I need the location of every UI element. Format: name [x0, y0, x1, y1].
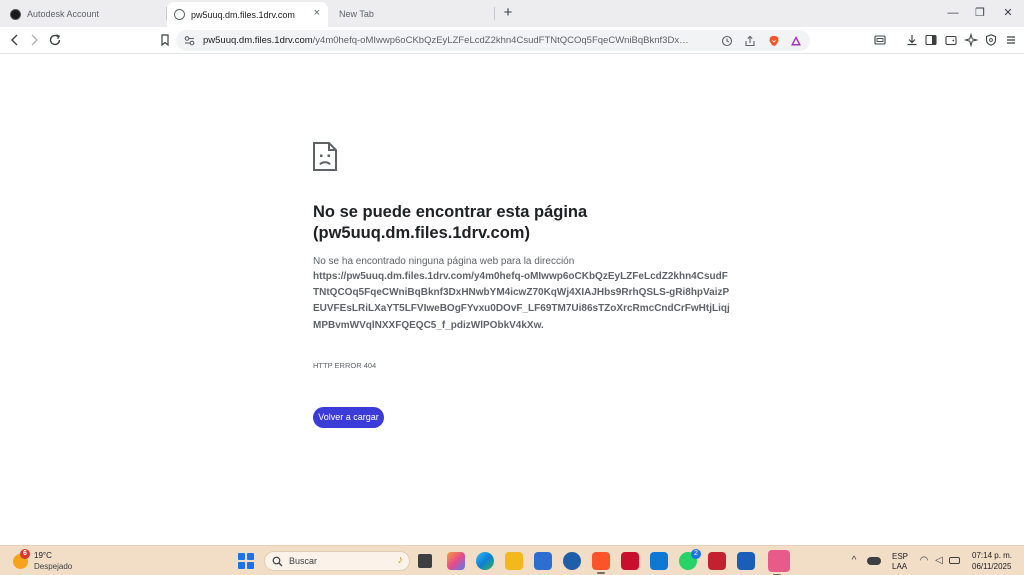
share-button[interactable] — [742, 33, 757, 48]
download-icon — [907, 35, 917, 46]
brave-browser-icon[interactable] — [592, 552, 610, 574]
minimize-button[interactable]: — — [943, 5, 963, 21]
edge-browser-icon[interactable] — [476, 552, 494, 570]
brave-rewards-button[interactable] — [788, 33, 803, 48]
forward-button[interactable] — [25, 31, 43, 49]
reader-mode-button[interactable] — [871, 31, 889, 49]
brave-lion-icon — [769, 35, 778, 46]
error-title: No se puede encontrar esta página (pw5uu… — [313, 203, 588, 242]
clock-time[interactable]: 07:14 p. m. — [972, 551, 1012, 560]
url-text[interactable]: pw5uuq.dm.files.1drv.com/y4m0hefq-oMIwwp… — [203, 34, 693, 47]
history-icon — [721, 35, 732, 46]
onedrive-cloud-icon[interactable] — [867, 557, 881, 565]
browser-toolbar: pw5uuq.dm.files.1drv.com/y4m0hefq-oMIwwp… — [0, 27, 1024, 54]
leo-ai-button[interactable] — [962, 31, 980, 49]
tab-active-error-page[interactable]: pw5uuq.dm.files.1drv.com × — [167, 2, 328, 27]
error-page: No se puede encontrar esta página (pw5uu… — [0, 55, 1024, 545]
bookmark-button[interactable] — [156, 31, 174, 49]
tab-new-tab[interactable]: New Tab — [333, 2, 493, 26]
language-indicator[interactable]: ESP — [892, 552, 908, 561]
copilot-icon[interactable] — [447, 552, 465, 570]
sidebar-button[interactable] — [922, 31, 940, 49]
menu-button[interactable] — [1002, 31, 1020, 49]
autocad-icon[interactable] — [708, 552, 726, 570]
address-bar[interactable]: pw5uuq.dm.files.1drv.com/y4m0hefq-oMIwwp… — [176, 30, 810, 51]
taskbar: 6 19°C Despejado Buscar ♪ 2 ^ ESP LAA ◠ … — [0, 545, 1024, 575]
keyboard-layout[interactable]: LAA — [892, 562, 907, 571]
new-tab-button[interactable]: + — [500, 5, 516, 21]
mcafee-icon[interactable] — [621, 552, 639, 570]
shield-icon — [985, 34, 997, 46]
arrow-right-icon — [31, 34, 38, 46]
teams-icon[interactable] — [768, 550, 790, 575]
tab-separator — [494, 7, 495, 20]
error-description: No se ha encontrado ninguna página web p… — [313, 256, 575, 267]
arrow-left-icon — [11, 34, 18, 46]
url-path: /y4m0hefq-oMIwwp6oCKbQzEyLZFeLcdZ2khn4Cs… — [312, 35, 693, 46]
file-explorer-icon[interactable] — [505, 552, 523, 570]
wallet-button[interactable] — [942, 31, 960, 49]
autodesk-favicon-icon — [10, 8, 21, 20]
outlook-icon[interactable] — [650, 552, 668, 570]
search-icon — [272, 556, 283, 567]
microsoft-store-icon[interactable] — [534, 552, 552, 570]
search-highlight-icon: ♪ — [397, 554, 404, 566]
reload-icon — [49, 34, 61, 46]
whatsapp-badge: 2 — [691, 549, 701, 559]
sad-page-icon — [313, 142, 337, 171]
brave-shields-button[interactable] — [766, 33, 781, 48]
revit-icon[interactable] — [737, 552, 755, 570]
vpn-button[interactable] — [982, 31, 1000, 49]
site-settings-icon[interactable] — [183, 34, 196, 47]
error-code: HTTP ERROR 404 — [313, 361, 377, 370]
brave-rewards-triangle-icon — [790, 35, 801, 45]
chevron-up-icon[interactable]: ^ — [848, 556, 860, 566]
windows-start-icon[interactable] — [238, 553, 254, 569]
dell-icon[interactable] — [563, 552, 581, 570]
weather-temperature[interactable]: 19°C — [34, 551, 52, 560]
reader-mode-icon — [874, 35, 886, 45]
weather-badge: 6 — [20, 549, 30, 559]
url-host: pw5uuq.dm.files.1drv.com — [203, 35, 313, 46]
reload-page-button[interactable]: Volver a cargar — [313, 407, 384, 428]
tab-title: New Tab — [339, 9, 374, 19]
back-button[interactable] — [6, 31, 24, 49]
wifi-icon[interactable]: ◠ — [918, 556, 930, 566]
wallet-icon — [945, 35, 957, 46]
tab-title: pw5uuq.dm.files.1drv.com — [191, 9, 295, 20]
search-label: Buscar — [289, 556, 318, 566]
weather-condition[interactable]: Despejado — [34, 562, 72, 571]
taskbar-search[interactable]: Buscar ♪ — [264, 551, 410, 571]
history-button[interactable] — [719, 33, 734, 48]
task-view-icon[interactable] — [418, 554, 432, 568]
hamburger-menu-icon — [1007, 36, 1015, 44]
error-url: https://pw5uuq.dm.files.1drv.com/y4m0hef… — [313, 271, 730, 331]
reload-button[interactable] — [46, 31, 64, 49]
tab-strip: Autodesk Account pw5uuq.dm.files.1drv.co… — [0, 0, 1024, 27]
sparkle-icon — [964, 33, 978, 47]
speaker-icon[interactable]: ◁ — [933, 556, 945, 566]
tab-title: Autodesk Account — [27, 9, 100, 19]
downloads-button[interactable] — [903, 31, 921, 49]
battery-icon[interactable] — [949, 557, 960, 564]
restore-button[interactable]: ❐ — [970, 5, 990, 21]
sidebar-icon — [925, 34, 937, 46]
tab-close-icon[interactable]: × — [314, 8, 320, 19]
share-icon — [744, 35, 755, 46]
bookmark-icon — [161, 34, 169, 47]
window-close-button[interactable]: ✕ — [998, 5, 1018, 21]
globe-favicon-icon — [174, 9, 185, 20]
tab-autodesk-account[interactable]: Autodesk Account — [6, 2, 166, 26]
clock-date[interactable]: 06/11/2025 — [972, 562, 1011, 571]
